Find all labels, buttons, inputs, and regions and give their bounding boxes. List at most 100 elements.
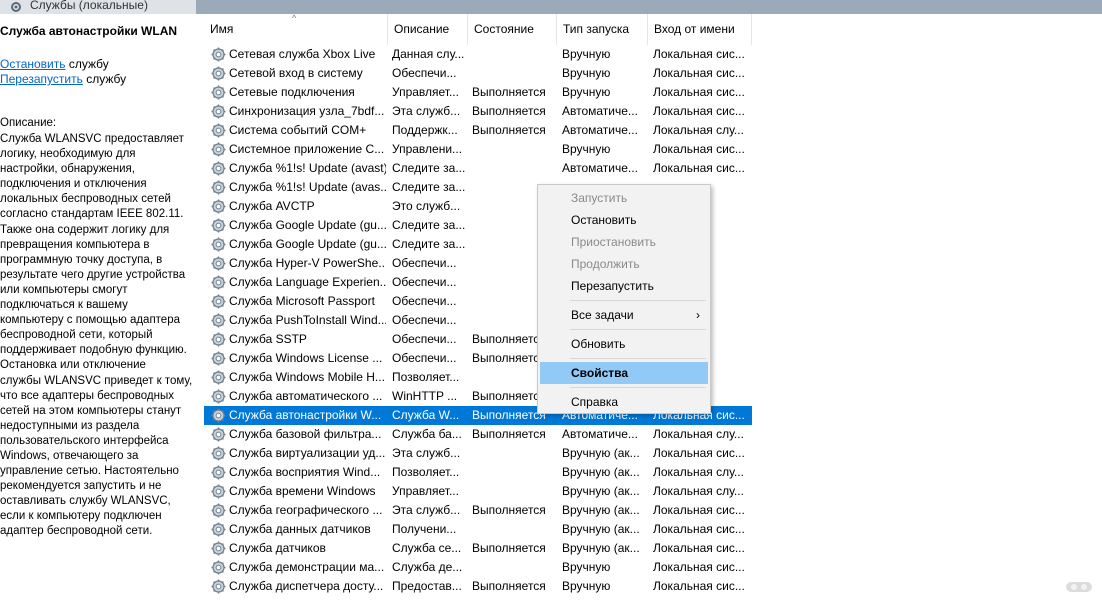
- service-name-cell: Служба %1!s! Update (avast): [204, 159, 386, 178]
- service-description: Управлени...: [386, 140, 466, 159]
- menu-item-help[interactable]: Справка: [540, 391, 708, 413]
- menu-item-properties[interactable]: Свойства: [540, 362, 708, 384]
- table-row[interactable]: Системное приложение C...Управлени...Вру…: [204, 140, 1102, 159]
- sort-ascending-icon: ^: [292, 14, 296, 23]
- service-gear-icon: [210, 540, 227, 557]
- service-name: Служба данных датчиков: [229, 520, 371, 539]
- column-header-logon[interactable]: Вход от имени: [648, 14, 752, 45]
- column-header-description[interactable]: Описание: [388, 14, 468, 45]
- column-header-startup[interactable]: Тип запуска: [557, 14, 648, 45]
- service-state: [466, 463, 556, 482]
- table-row[interactable]: Служба демонстрации ма...Служба де...Вру…: [204, 558, 1102, 577]
- service-name: Служба SSTP: [229, 330, 307, 349]
- service-startup-type: Вручную (ак...: [556, 444, 647, 463]
- service-name: Служба %1!s! Update (avast): [229, 159, 386, 178]
- selected-service-title: Служба автонастройки WLAN: [0, 24, 177, 38]
- service-description: Управляет...: [386, 482, 466, 501]
- service-name-cell: Служба AVCTP: [204, 197, 386, 216]
- service-name-cell: Служба Language Experien...: [204, 273, 386, 292]
- menu-item-restart[interactable]: Перезапустить: [540, 275, 708, 297]
- service-gear-icon: [210, 293, 227, 310]
- service-name: Служба географического ...: [229, 501, 382, 520]
- service-startup-type: Вручную: [556, 45, 647, 64]
- service-description: Следите за...: [386, 178, 466, 197]
- service-name-cell: Синхронизация узла_7bdf...: [204, 102, 386, 121]
- stop-service-link[interactable]: Остановить: [0, 57, 66, 71]
- table-row[interactable]: Служба данных датчиковПолучени...Вручную…: [204, 520, 1102, 539]
- column-header-startup-label: Тип запуска: [563, 22, 629, 36]
- service-state: Выполняется: [466, 83, 556, 102]
- restart-service-link[interactable]: Перезапустить: [0, 72, 83, 86]
- console-tree-node[interactable]: Службы (локальные): [0, 0, 196, 14]
- table-row[interactable]: Сетевой вход в системуОбеспечи...Вручную…: [204, 64, 1102, 83]
- service-gear-icon: [210, 255, 227, 272]
- service-logon-as: Локальная слу...: [647, 425, 752, 444]
- service-name-cell: Служба Google Update (gu...: [204, 235, 386, 254]
- service-name-cell: Служба географического ...: [204, 501, 386, 520]
- menu-item-start[interactable]: Запустить: [540, 187, 708, 209]
- service-name-cell: Сетевой вход в систему: [204, 64, 386, 83]
- service-logon-as: Локальная сис...: [647, 102, 752, 121]
- restart-action: Перезапустить службу: [0, 72, 126, 86]
- service-logon-as: Локальная слу...: [647, 463, 752, 482]
- service-name-cell: Служба SSTP: [204, 330, 386, 349]
- service-startup-type: Вручную (ак...: [556, 482, 647, 501]
- service-gear-icon: [210, 464, 227, 481]
- service-gear-icon: [210, 426, 227, 443]
- table-row[interactable]: Служба диспетчера досту...Предостав...Вы…: [204, 577, 1102, 596]
- column-header-name[interactable]: ^ Имя: [204, 14, 388, 45]
- service-name-cell: Служба времени Windows: [204, 482, 386, 501]
- table-row[interactable]: Сетевые подключенияУправляет...Выполняет…: [204, 83, 1102, 102]
- service-description: Следите за...: [386, 159, 466, 178]
- table-row[interactable]: Служба датчиковСлужба се...ВыполняетсяВр…: [204, 539, 1102, 558]
- service-name: Служба демонстрации ма...: [229, 558, 384, 577]
- table-row[interactable]: Служба виртуализации уд...Эта служб...Вр…: [204, 444, 1102, 463]
- service-name: Служба AVCTP: [229, 197, 315, 216]
- service-state: [466, 45, 556, 64]
- table-row[interactable]: Служба времени WindowsУправляет... Вручну…: [204, 482, 1102, 501]
- service-name-cell: Служба Hyper-V PowerShe...: [204, 254, 386, 273]
- table-row[interactable]: Служба %1!s! Update (avast)Следите за...…: [204, 159, 1102, 178]
- table-row[interactable]: Синхронизация узла_7bdf...Эта служб...Вы…: [204, 102, 1102, 121]
- table-row[interactable]: Система событий COM+Поддержк...Выполняет…: [204, 121, 1102, 140]
- service-name-cell: Сетевые подключения: [204, 83, 386, 102]
- menu-item-refresh[interactable]: Обновить: [540, 333, 708, 355]
- service-name-cell: Служба базовой фильтра...: [204, 425, 386, 444]
- menu-item-all-tasks-label: Все задачи: [571, 308, 634, 322]
- service-gear-icon: [210, 350, 227, 367]
- table-row[interactable]: Служба базовой фильтра...Служба ба...Вып…: [204, 425, 1102, 444]
- service-name: Служба PushToInstall Wind...: [229, 311, 386, 330]
- service-state: Выполняется: [466, 102, 556, 121]
- service-gear-icon: [210, 122, 227, 139]
- service-state: [466, 140, 556, 159]
- service-description: Служба W...: [386, 406, 466, 425]
- window-title: Службы (локальные): [30, 0, 148, 11]
- service-name-cell: Служба виртуализации уд...: [204, 444, 386, 463]
- menu-item-stop[interactable]: Остановить: [540, 209, 708, 231]
- column-header-state[interactable]: Состояние: [468, 14, 557, 45]
- service-description: Служба се...: [386, 539, 466, 558]
- table-row[interactable]: Служба географического ...Эта служб...Вы…: [204, 501, 1102, 520]
- service-logon-as: Локальная сис...: [647, 159, 752, 178]
- service-startup-type: Автоматиче...: [556, 121, 647, 140]
- service-startup-type: Вручную (ак...: [556, 463, 647, 482]
- service-description: Обеспечи...: [386, 330, 466, 349]
- service-name-cell: Служба %1!s! Update (avas...: [204, 178, 386, 197]
- service-state: [466, 64, 556, 83]
- menu-item-pause[interactable]: Приостановить: [540, 231, 708, 253]
- list-header: ^ Имя Описание Состояние Тип запуска Вхо…: [204, 14, 1102, 45]
- service-name-cell: Служба датчиков: [204, 539, 386, 558]
- table-row[interactable]: Сетевая служба Xbox LiveДанная слу...Вру…: [204, 45, 1102, 64]
- service-description: Это служб...: [386, 197, 466, 216]
- menu-item-all-tasks[interactable]: Все задачи ›: [540, 304, 708, 326]
- service-gear-icon: [210, 46, 227, 63]
- service-logon-as: Локальная сис...: [647, 558, 752, 577]
- menu-item-resume[interactable]: Продолжить: [540, 253, 708, 275]
- service-name: Служба Windows Mobile H...: [229, 368, 385, 387]
- service-description: Обеспечи...: [386, 349, 466, 368]
- description-text: Служба WLANSVC предоставляет логику, нео…: [0, 132, 198, 540]
- service-description: Данная слу...: [386, 45, 466, 64]
- table-row[interactable]: Служба восприятия Wind...Позволяет...Вру…: [204, 463, 1102, 482]
- menu-separator: [570, 300, 706, 301]
- service-name: Служба Hyper-V PowerShe...: [229, 254, 386, 273]
